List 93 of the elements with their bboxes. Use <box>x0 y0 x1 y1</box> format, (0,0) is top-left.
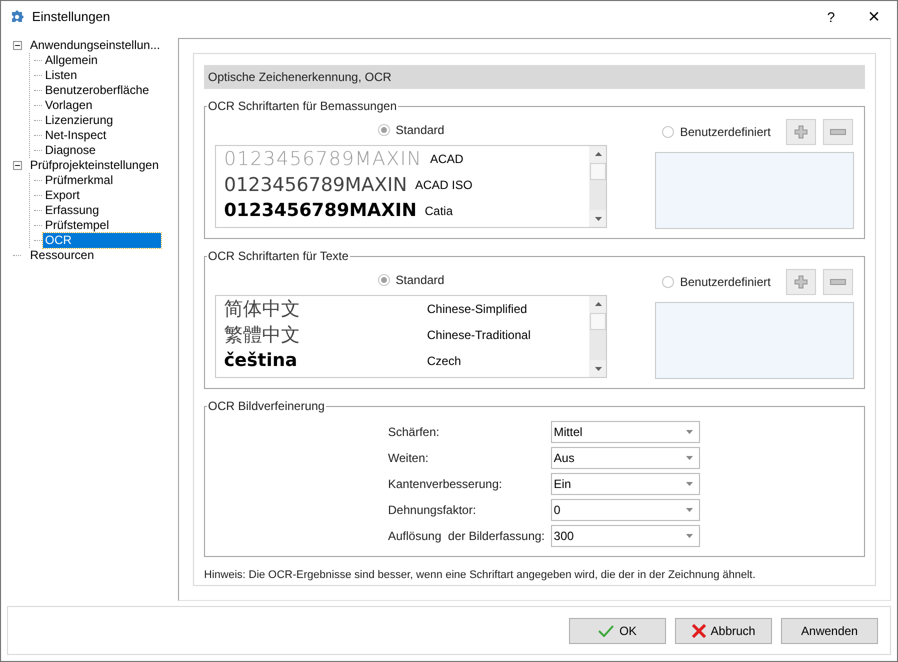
tree-item[interactable]: Prüfmerkmal <box>43 173 116 188</box>
tree-item[interactable]: OCR <box>43 233 161 248</box>
font-sample: 0123456789MAXIN <box>224 173 408 197</box>
dropdown-value: 300 <box>554 528 575 545</box>
font-sample: čeština <box>224 349 298 373</box>
add-button[interactable] <box>786 119 816 145</box>
remove-button[interactable] <box>822 119 853 145</box>
font-list-item[interactable]: čeština Czech <box>224 348 589 374</box>
font-name: ACAD <box>430 151 464 168</box>
add-button[interactable] <box>786 269 816 295</box>
ok-button[interactable]: OK <box>569 618 666 644</box>
close-button[interactable]: × <box>851 1 897 33</box>
font-list-item[interactable]: 繁體中文 Chinese-Traditional <box>224 322 589 348</box>
font-list-item[interactable]: 0123456789MAXIN ACAD <box>224 146 589 172</box>
cancel-button[interactable]: Abbruch <box>675 618 772 644</box>
help-button[interactable]: ? <box>811 1 851 33</box>
custom-font-list[interactable] <box>655 152 854 229</box>
tree-item[interactable]: Lizenzierung <box>43 113 116 128</box>
dropdown-value: Mittel <box>554 424 584 441</box>
caret-icon <box>686 508 693 512</box>
hint-text: Hinweis: Die OCR-Ergebnisse sind besser, wenn eine Schriftart angegeben wird, die der in der Zeichnung ähnelt. <box>204 568 757 583</box>
font-list-item[interactable]: 简体中文 Chinese-Simplified <box>224 296 589 322</box>
caret-icon <box>686 430 693 434</box>
page-header: Optische Zeichenerkennung, OCR <box>204 65 865 89</box>
dropdown-value: Ein <box>554 476 572 493</box>
scroll-down-icon[interactable] <box>590 210 606 227</box>
caret-icon <box>686 534 693 538</box>
group-title: OCR Bildverfeinerung <box>207 398 326 415</box>
tree-item[interactable]: Net-Inspect <box>43 128 108 143</box>
plus-icon <box>794 275 808 289</box>
radio-label: Benutzerdefiniert <box>680 274 771 291</box>
group-title: OCR Schriftarten für Bemassungen <box>207 98 398 115</box>
apply-button[interactable]: Anwenden <box>781 618 878 644</box>
window-title: Einstellungen <box>32 8 110 26</box>
tree-item[interactable]: Benutzeroberfläche <box>43 83 152 98</box>
font-list[interactable]: 0123456789MAXIN ACAD 0123456789MAXIN ACAD ISO 0123456789MAXIN Catia <box>215 145 607 228</box>
plus-icon <box>794 125 808 139</box>
dropdown[interactable]: 300 <box>550 525 700 547</box>
tree-item[interactable]: Allgemein <box>43 53 100 68</box>
font-name: Catia <box>424 203 453 220</box>
minus-icon <box>830 279 846 285</box>
dropdown[interactable]: Aus <box>550 447 700 469</box>
scroll-down-icon[interactable] <box>590 360 606 377</box>
tree-item[interactable]: Diagnose <box>43 143 98 158</box>
font-sample: 0123456789MAXIN <box>224 147 422 171</box>
puzzle-icon <box>9 9 25 25</box>
scrollbar[interactable] <box>589 296 606 377</box>
tree-item[interactable]: Prüfstempel <box>43 218 112 233</box>
dropdown[interactable]: 0 <box>550 499 700 521</box>
collapse-icon[interactable] <box>13 161 22 170</box>
tree-item[interactable]: Erfassung <box>43 203 102 218</box>
field-label: Weiten: <box>388 450 430 467</box>
dropdown[interactable]: Mittel <box>550 421 700 443</box>
tree-item[interactable]: Prüfprojekteinstellungen <box>28 158 161 173</box>
font-sample: 0123456789MAXIN <box>224 199 417 223</box>
custom-font-list[interactable] <box>655 302 854 379</box>
font-name: Czech <box>427 353 462 370</box>
font-sample: 简体中文 <box>224 297 301 321</box>
field-label: Dehnungsfaktor: <box>388 502 478 519</box>
minus-icon <box>830 129 846 135</box>
tree-item[interactable]: Export <box>43 188 82 203</box>
check-icon <box>598 624 614 636</box>
tree-item[interactable]: Vorlagen <box>43 98 94 113</box>
field-label: Kantenverbesserung: <box>388 476 504 493</box>
caret-icon <box>686 482 693 486</box>
field-label: Auflösung der Bilderfassung: <box>388 528 545 545</box>
tree-item[interactable]: Listen <box>43 68 80 83</box>
caret-icon <box>686 456 693 460</box>
font-sample: 繁體中文 <box>224 323 301 347</box>
tree-item[interactable]: Ressourcen <box>28 248 96 263</box>
cross-icon <box>692 624 706 638</box>
dropdown-value: Aus <box>554 450 576 467</box>
group-title: OCR Schriftarten für Texte <box>207 248 350 265</box>
collapse-icon[interactable] <box>13 41 22 50</box>
field-label: Schärfen: <box>388 424 440 441</box>
radio-label: Standard <box>396 122 444 139</box>
remove-button[interactable] <box>822 269 853 295</box>
font-name: ACAD ISO <box>415 177 472 194</box>
tree-item[interactable]: Anwendungseinstellun... <box>28 38 162 53</box>
scroll-up-icon[interactable] <box>590 296 606 313</box>
scrollbar[interactable] <box>589 146 606 227</box>
scroll-thumb[interactable] <box>590 313 606 330</box>
dropdown[interactable]: Ein <box>550 473 700 495</box>
radio-label: Benutzerdefiniert <box>680 124 771 141</box>
scroll-thumb[interactable] <box>590 163 606 180</box>
font-list-item[interactable]: 0123456789MAXIN Catia <box>224 198 589 224</box>
dropdown-value: 0 <box>554 502 562 519</box>
scroll-up-icon[interactable] <box>590 146 606 163</box>
radio-label: Standard <box>396 272 444 289</box>
font-name: Chinese-Simplified <box>427 301 528 318</box>
font-list-item[interactable]: 0123456789MAXIN ACAD ISO <box>224 172 589 198</box>
font-list[interactable]: 简体中文 Chinese-Simplified 繁體中文 Chinese-Traditional čeština Czech <box>215 295 607 378</box>
font-name: Chinese-Traditional <box>427 327 531 344</box>
